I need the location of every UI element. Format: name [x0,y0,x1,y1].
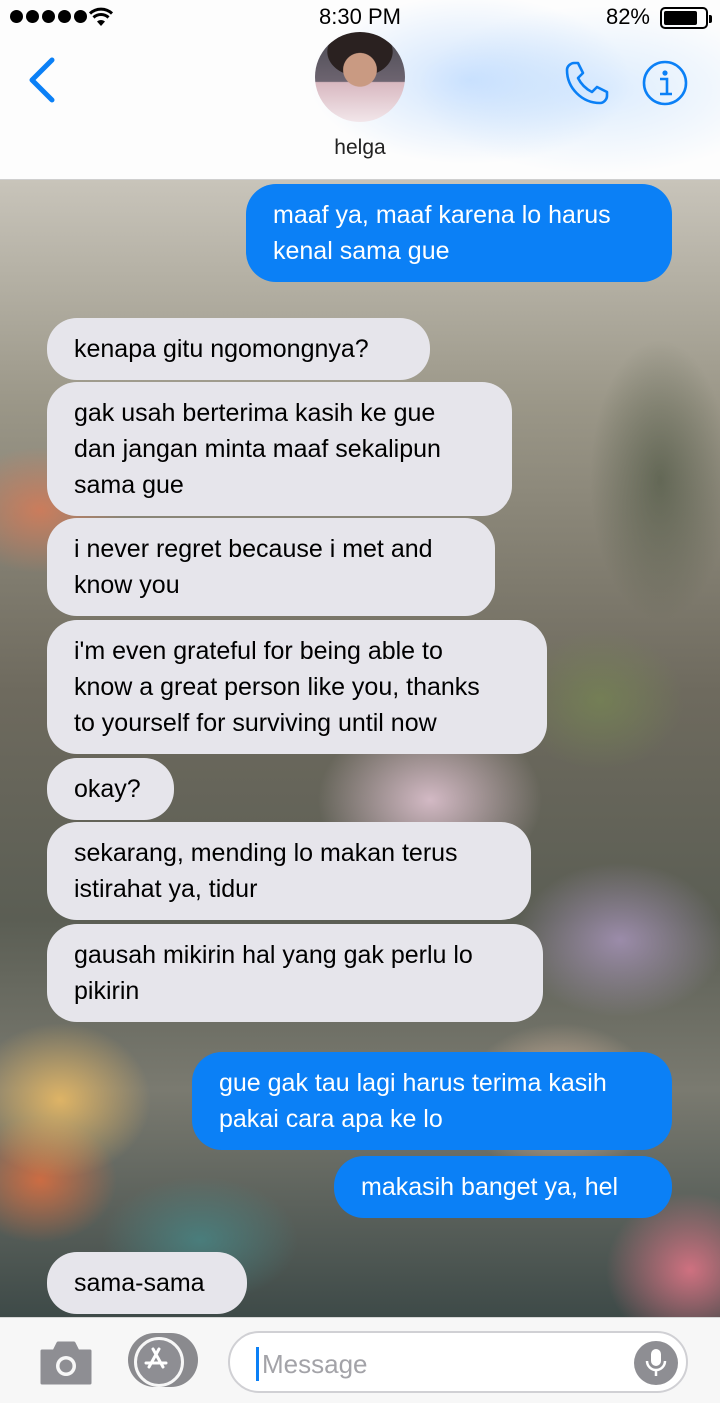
message-bubble-received[interactable]: i never regret because i met and know yo… [47,518,495,616]
message-bubble-received[interactable]: sekarang, mending lo makan terus istirah… [47,822,531,920]
phone-icon[interactable] [562,58,612,108]
battery-percentage: 82% [605,4,650,29]
camera-icon[interactable] [38,1337,94,1387]
info-icon[interactable] [641,59,689,107]
conversation-header: 8:30 PM 82% helga [0,0,720,180]
microphone-icon [645,1349,667,1376]
message-bubble-received[interactable]: gausah mikirin hal yang gak perlu lo pik… [47,924,543,1022]
message-bubble-sent[interactable]: maaf ya, maaf karena lo harus kenal sama… [246,184,672,282]
compose-bar: Message [0,1317,720,1403]
message-bubble-received[interactable]: gak usah berterima kasih ke gue dan jang… [47,382,512,516]
contact-avatar[interactable] [315,32,405,122]
microphone-button[interactable] [634,1341,678,1385]
message-bubble-received[interactable]: kenapa gitu ngomongnya? [47,318,430,380]
battery-icon [660,7,712,29]
app-store-icon [144,1347,168,1369]
message-bubble-received[interactable]: okay? [47,758,174,820]
message-placeholder: Message [262,1349,368,1379]
message-thread[interactable]: maaf ya, maaf karena lo harus kenal sama… [0,180,720,1317]
message-bubble-received[interactable]: i'm even grateful for being able to know… [47,620,547,754]
message-input[interactable]: Message [228,1331,688,1393]
message-bubble-received[interactable]: sama-sama [47,1252,247,1314]
chevron-left-icon[interactable] [26,56,60,104]
app-store-button[interactable] [128,1333,198,1387]
message-bubble-sent[interactable]: makasih banget ya, hel [334,1156,672,1218]
text-cursor [256,1347,259,1381]
message-bubble-sent[interactable]: gue gak tau lagi harus terima kasih paka… [192,1052,672,1150]
contact-name[interactable]: helga [0,136,720,160]
status-bar: 8:30 PM 82% [0,0,720,34]
